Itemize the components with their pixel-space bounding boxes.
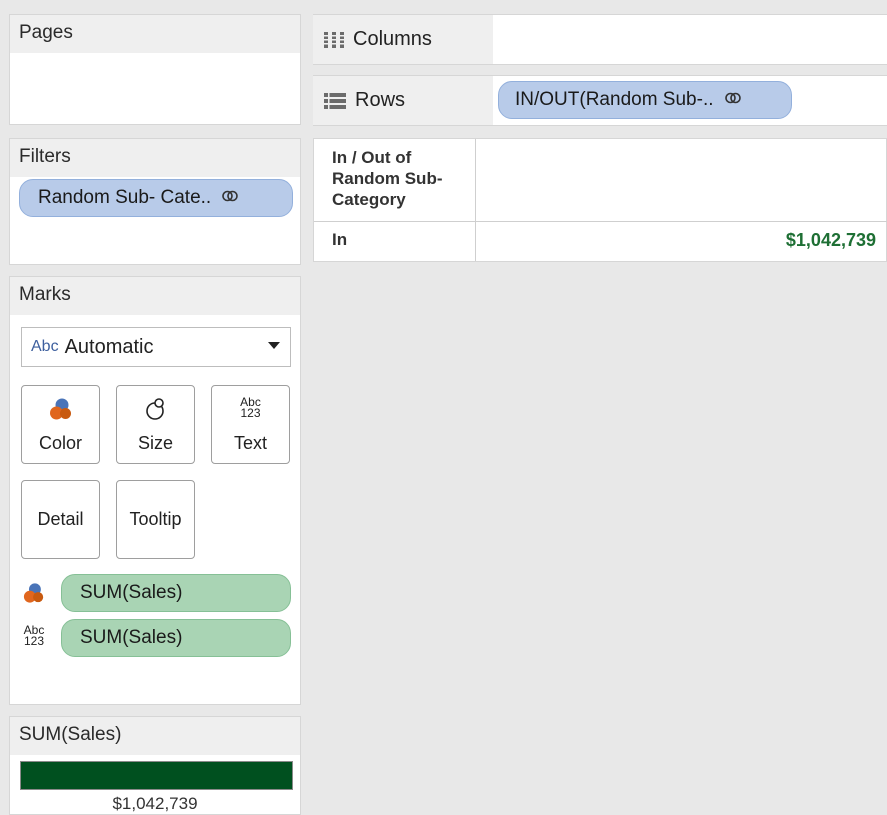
value-cell-in[interactable]: $1,042,739 [476,222,887,261]
set-link-icon [724,90,742,111]
text-button-label: Text [233,433,267,453]
legend-value: $1,042,739 [112,794,198,813]
columns-shelf-label: Columns [313,15,493,64]
color-legend-card: SUM(Sales) $1,042,739 [9,716,301,815]
color-icon [21,582,47,604]
color-button-label: Color [38,433,82,453]
text-icon: Abc 123 [212,396,289,420]
rows-shelf-label: Rows [313,76,493,125]
rows-pill-label: IN/OUT(Random Sub-.. [515,89,714,110]
marks-card: Marks Abc Automatic Color Size Abc 123 Te… [9,276,301,705]
row-label-in[interactable]: In [314,222,476,261]
set-link-icon [221,188,239,209]
text-icon-123: 123 [240,406,261,420]
column-header-blank [476,139,887,222]
text-button[interactable]: Abc 123 Text [211,385,290,464]
legend-color-bar [20,761,293,790]
mark-type-dropdown[interactable]: Abc Automatic [21,327,291,367]
color-button[interactable]: Color [21,385,100,464]
row-header-title: In / Out of Random Sub- Category [314,139,476,222]
rows-icon [323,92,347,110]
size-button-label: Size [137,433,173,453]
text-icon: Abc 123 [21,624,47,648]
color-sum-sales-pill[interactable]: SUM(Sales) [61,574,291,612]
filter-pill-label: Random Sub- Cate.. [38,187,212,208]
columns-shelf[interactable]: Columns [313,14,887,65]
filters-title: Filters [10,139,300,177]
size-button[interactable]: Size [116,385,195,464]
size-icon [117,397,194,421]
legend-title: SUM(Sales) [10,717,300,755]
color-sum-sales-label: SUM(Sales) [80,582,183,603]
chevron-down-icon [268,342,280,349]
columns-label: Columns [353,28,432,50]
filter-pill-random-sub-category[interactable]: Random Sub- Cate.. [19,179,293,217]
view-crosstab: In / Out of Random Sub- Category In $1,0… [313,138,887,262]
abc-icon: Abc [31,338,59,355]
detail-button-label: Detail [37,509,84,529]
filters-card: Filters Random Sub- Cate.. [9,138,301,265]
columns-icon [323,31,345,49]
marks-title: Marks [10,277,300,315]
row-header-line-2: Random Sub- [332,169,443,188]
mark-type-label: Automatic [64,335,154,358]
text-sum-sales-label: SUM(Sales) [80,627,183,648]
tooltip-button[interactable]: Tooltip [116,480,195,559]
color-encoding-row: SUM(Sales) [21,574,293,612]
rows-label: Rows [355,89,406,111]
tooltip-button-label: Tooltip [129,509,182,529]
pages-title: Pages [10,15,300,53]
pages-card: Pages [9,14,301,125]
row-header-line-1: In / Out of [332,148,412,167]
text-row-icon-123: 123 [23,634,45,648]
row-header-line-3: Category [332,190,406,209]
text-sum-sales-pill[interactable]: SUM(Sales) [61,619,291,657]
rows-shelf[interactable]: Rows IN/OUT(Random Sub-.. [313,75,887,126]
detail-button[interactable]: Detail [21,480,100,559]
rows-pill-in-out[interactable]: IN/OUT(Random Sub-.. [498,81,792,119]
color-icon [22,397,99,421]
text-encoding-row: Abc 123 SUM(Sales) [21,619,293,657]
